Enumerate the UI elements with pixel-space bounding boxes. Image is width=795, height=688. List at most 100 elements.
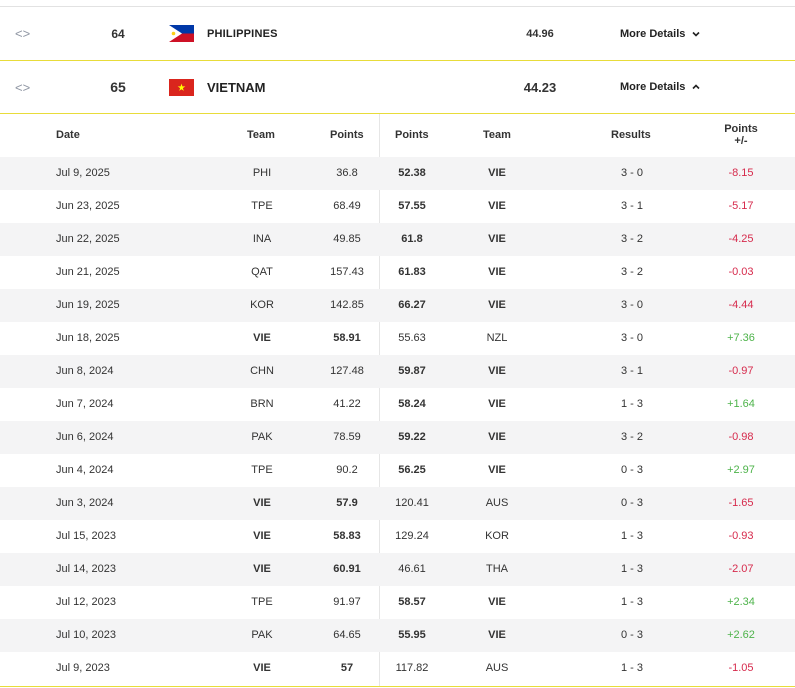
team-one: VIE [253,563,271,575]
header-team2: Team [483,129,511,141]
philippines-flag-icon [169,25,194,42]
country-score: 44.23 [523,79,557,95]
rank-number: 65 [110,79,126,95]
team-two-points: 57.55 [398,200,426,212]
team-two-points: 56.25 [398,464,426,476]
header-results: Results [611,129,651,141]
match-history-table: Date Team Points Points Team Results Poi… [0,114,795,686]
table-row: Jun 18, 2025 VIE 58.91 55.63 NZL 3 - 0 +7.36 [0,322,795,355]
team-one-points: 90.2 [336,464,358,476]
match-result: 0 - 3 [620,464,643,476]
team-two-points: 120.41 [395,497,429,509]
more-details-label: More Details [620,81,686,93]
team-two-points: 52.38 [398,167,426,179]
match-date: Jun 21, 2025 [56,266,120,278]
more-details-label: More Details [620,27,686,40]
header-points-diff: Points +/- [724,123,758,147]
table-row: Jun 19, 2025 KOR 142.85 66.27 VIE 3 - 0 -4.44 [0,289,795,322]
vietnam-flag-icon [169,78,194,96]
team-two: VIE [488,266,506,278]
team-one: VIE [253,497,271,509]
team-one-points: 91.97 [333,596,361,608]
team-two: VIE [488,200,506,212]
code-arrows-icon: <> [15,26,31,41]
team-one-points: 127.48 [330,365,364,377]
match-date: Jun 19, 2025 [56,299,120,311]
team-two: KOR [485,530,509,542]
team-two: VIE [488,596,506,608]
match-date: Jul 14, 2023 [56,563,116,575]
points-change: -4.44 [728,299,754,311]
match-result: 0 - 3 [620,629,643,641]
team-one: PAK [251,431,273,443]
points-change: +1.64 [727,398,755,410]
points-change: -0.93 [728,530,754,542]
team-two-points: 129.24 [395,530,429,542]
match-date: Jun 18, 2025 [56,332,120,344]
table-row: Jun 6, 2024 PAK 78.59 59.22 VIE 3 - 2 -0.98 [0,421,795,454]
match-date: Jun 23, 2025 [56,200,120,212]
chevron-down-icon [692,31,700,37]
match-date: Jul 12, 2023 [56,596,116,608]
team-two: AUS [485,662,509,674]
team-two: VIE [488,233,506,245]
code-arrows-icon: <> [15,79,31,95]
team-two: VIE [488,167,506,179]
team-one: TPE [251,596,273,608]
match-date: Jul 10, 2023 [56,629,116,641]
match-result: 3 - 1 [620,365,643,377]
more-details-button[interactable]: More Details [620,81,701,93]
team-one: VIE [253,662,271,674]
match-result: 3 - 2 [620,233,643,245]
table-row: Jun 8, 2024 CHN 127.48 59.87 VIE 3 - 1 -0.97 [0,355,795,388]
points-change: -4.25 [728,233,754,245]
team-one: TPE [251,200,273,212]
match-result: 1 - 3 [620,596,643,608]
team-one-points: 36.8 [336,167,358,179]
table-body: Jul 9, 2025 PHI 36.8 52.38 VIE 3 - 0 -8.15 Jun … [0,157,795,685]
table-header: Date Team Points Points Team Results Poi… [0,114,795,157]
team-one-points: 57 [340,662,354,674]
team-one-points: 60.91 [333,563,361,575]
more-details-button[interactable]: More Details [620,28,701,40]
match-result: 1 - 3 [620,662,643,674]
table-row: Jul 15, 2023 VIE 58.83 129.24 KOR 1 - 3 -0.93 [0,520,795,553]
team-one-points: 41.22 [333,398,361,410]
team-one: INA [252,233,272,245]
match-date: Jul 9, 2023 [56,662,110,674]
team-two-points: 59.22 [398,431,426,443]
table-row: Jun 23, 2025 TPE 68.49 57.55 VIE 3 - 1 -5.17 [0,190,795,223]
team-two: VIE [488,464,506,476]
team-two-points: 55.95 [398,629,426,641]
team-two: VIE [488,299,506,311]
match-date: Jul 15, 2023 [56,530,116,542]
team-two: VIE [488,398,506,410]
points-change: -0.98 [728,431,754,443]
country-score: 44.96 [526,27,554,40]
country-name: PHILIPPINES [207,27,278,40]
team-one-points: 142.85 [330,299,364,311]
country-name: VIETNAM [207,79,266,95]
team-two: VIE [488,431,506,443]
team-two: NZL [486,332,508,344]
bottom-divider [0,686,795,687]
points-change: -2.07 [728,563,754,575]
match-result: 3 - 1 [620,200,643,212]
team-one: BRN [250,398,274,410]
points-change: -8.15 [728,167,754,179]
points-change: +7.36 [727,332,755,344]
match-result: 3 - 0 [620,167,643,179]
table-row: Jul 9, 2025 PHI 36.8 52.38 VIE 3 - 0 -8.15 [0,157,795,190]
team-one-points: 68.49 [333,200,361,212]
match-result: 3 - 2 [620,266,643,278]
team-one: VIE [253,332,271,344]
team-one: PHI [252,167,272,179]
table-row: Jun 22, 2025 INA 49.85 61.8 VIE 3 - 2 -4.25 [0,223,795,256]
points-change: +2.34 [727,596,755,608]
team-two: THA [486,563,508,575]
team-one: QAT [251,266,273,278]
table-row: Jul 9, 2023 VIE 57 117.82 AUS 1 - 3 -1.05 [0,652,795,685]
match-date: Jun 7, 2024 [56,398,114,410]
match-result: 3 - 0 [620,332,643,344]
table-row: Jun 21, 2025 QAT 157.43 61.83 VIE 3 - 2 -0.03 [0,256,795,289]
